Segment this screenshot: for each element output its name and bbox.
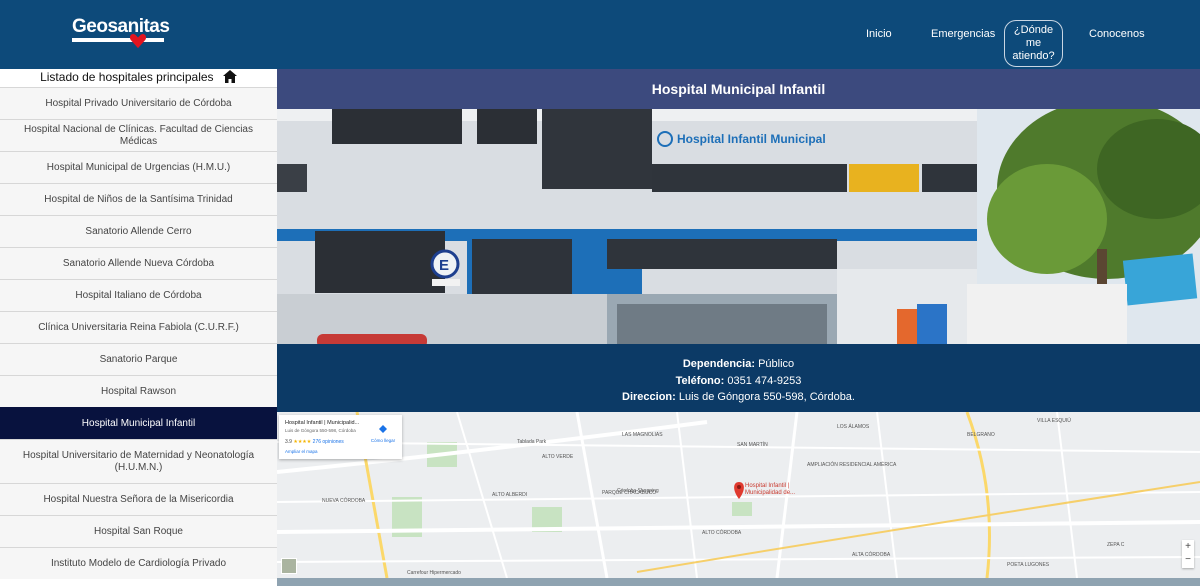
map-pin-label[interactable]: Hospital Infantil | Municipalidad de... [745, 483, 815, 497]
dependencia-value: Público [758, 358, 795, 370]
map-label: ALTA CÓRDOBA [852, 552, 891, 558]
telefono-label: Teléfono: [675, 374, 725, 387]
sidebar-item-rawson[interactable]: Hospital Rawson [0, 375, 277, 407]
map-card-rating-row: 3.9 ★★★★ 276 opiniones [285, 439, 344, 445]
zoom-in-button[interactable]: + [1182, 540, 1194, 553]
sidebar-item-municipal-urgencias[interactable]: Hospital Municipal de Urgencias (H.M.U.) [0, 151, 277, 183]
map-label: Córdoba Shopping [617, 488, 659, 494]
sidebar-item-maternidad-neonatologia[interactable]: Hospital Universitario de Maternidad y N… [0, 439, 277, 483]
sidebar-item-allende-nueva-cordoba[interactable]: Sanatorio Allende Nueva Córdoba [0, 247, 277, 279]
map-directions-label: Cómo llegar [370, 438, 396, 443]
hospital-title: Hospital Municipal Infantil [277, 69, 1200, 109]
building-sign: Hospital Infantil Municipal [677, 132, 826, 146]
sidebar-item-sanatorio-parque[interactable]: Sanatorio Parque [0, 343, 277, 375]
nav-emergencias[interactable]: Emergencias [931, 28, 995, 41]
main-nav: Inicio Emergencias ¿Dónde me atiendo? Co… [0, 0, 1200, 69]
map-label: ALTO CÓRDOBA [702, 530, 742, 536]
sidebar-item-allende-cerro[interactable]: Sanatorio Allende Cerro [0, 215, 277, 247]
nav-inicio[interactable]: Inicio [866, 28, 892, 41]
map-label: LAS MAGNOLIAS [622, 432, 663, 438]
sidebar-item-privado-universitario[interactable]: Hospital Privado Universitario de Córdob… [0, 87, 277, 119]
telefono-row: Teléfono: 0351 474-9253 [277, 373, 1200, 390]
star-rating-icon: ★★★★ [293, 439, 312, 445]
map-card-reviews[interactable]: 276 opiniones [313, 439, 344, 445]
top-navbar: Geosanitas Inicio Emergencias ¿Dónde me … [0, 0, 1200, 69]
map-card-title: Hospital Infantil | Municipalid... [285, 420, 360, 426]
map-enlarge-link[interactable]: Ampliar el mapa [285, 449, 318, 454]
nav-donde-me-atiendo[interactable]: ¿Dónde me atiendo? [1004, 20, 1063, 67]
map-label: ALTO ALBERDI [492, 492, 528, 498]
map-label: VILLA ESQUIÚ [1037, 418, 1071, 424]
footer-strip [277, 578, 1200, 586]
map-zoom-controls: + − [1182, 540, 1194, 568]
map-label: BELGRANO [967, 432, 995, 438]
sidebar-item-italiano[interactable]: Hospital Italiano de Córdoba [0, 279, 277, 311]
map-label: Tablada Park [517, 439, 547, 445]
zoom-out-button[interactable]: − [1182, 553, 1194, 566]
map-label: LOS ÁLAMOS [837, 424, 870, 430]
sidebar-item-nacional-clinicas[interactable]: Hospital Nacional de Clínicas. Facultad … [0, 119, 277, 151]
map-directions[interactable]: Cómo llegar [370, 420, 396, 443]
sidebar-header: Listado de hospitales principales [0, 69, 277, 87]
map-place-card: Hospital Infantil | Municipalid... Luis … [279, 415, 402, 459]
sidebar-item-san-roque[interactable]: Hospital San Roque [0, 515, 277, 547]
map-label: NUEVA CÓRDOBA [322, 498, 366, 504]
hospital-photo: E Hospital Infantil Municipal [277, 109, 1200, 344]
telefono-value: 0351 474-9253 [727, 374, 802, 387]
direccion-label: Direccion: [622, 391, 676, 403]
dependencia-label: Dependencia: [682, 358, 755, 370]
direccion-value: Luis de Góngora 550-598, Córdoba. [678, 391, 855, 403]
map-layer-thumbnail[interactable] [281, 558, 297, 574]
sidebar-item-misericordia[interactable]: Hospital Nuestra Señora de la Misericord… [0, 483, 277, 515]
map-label: ZEPA C [1107, 542, 1125, 548]
sidebar-item-municipal-infantil[interactable]: Hospital Municipal Infantil [0, 407, 277, 439]
map-label: ALTO VERDE [542, 454, 574, 460]
map-label: AMPLIACIÓN RESIDENCIAL AMÉRICA [807, 462, 897, 468]
nav-conocenos[interactable]: Conocenos [1089, 28, 1145, 41]
sidebar-item-ninos-trinidad[interactable]: Hospital de Niños de la Santísima Trinid… [0, 183, 277, 215]
embedded-map[interactable]: ALTO VERDE LAS MAGNOLIAS SAN MARTÍN ALTO… [277, 412, 1200, 578]
map-card-address: Luis de Góngora 550-598, Córdoba [285, 428, 356, 433]
svg-text:E: E [439, 257, 449, 274]
home-icon[interactable] [222, 70, 237, 83]
sidebar-item-reina-fabiola[interactable]: Clínica Universitaria Reina Fabiola (C.U… [0, 311, 277, 343]
dependencia-row: Dependencia: Público [277, 356, 1200, 373]
sidebar-item-cardiologia[interactable]: Instituto Modelo de Cardiología Privado [0, 547, 277, 579]
directions-icon [379, 425, 387, 433]
direccion-row: Direccion: Luis de Góngora 550-598, Córd… [277, 389, 1200, 406]
sidebar-title: Listado de hospitales principales [40, 70, 214, 84]
hospital-info: Dependencia: Público Teléfono: 0351 474-… [277, 344, 1200, 412]
map-label: POETA LUGONES [1007, 562, 1050, 568]
map-label: Carrefour Hipermercado [407, 570, 461, 576]
map-card-rating: 3.9 [285, 439, 292, 445]
hospital-sidebar: Listado de hospitales principales Hospit… [0, 69, 277, 586]
map-label: SAN MARTÍN [737, 442, 768, 448]
